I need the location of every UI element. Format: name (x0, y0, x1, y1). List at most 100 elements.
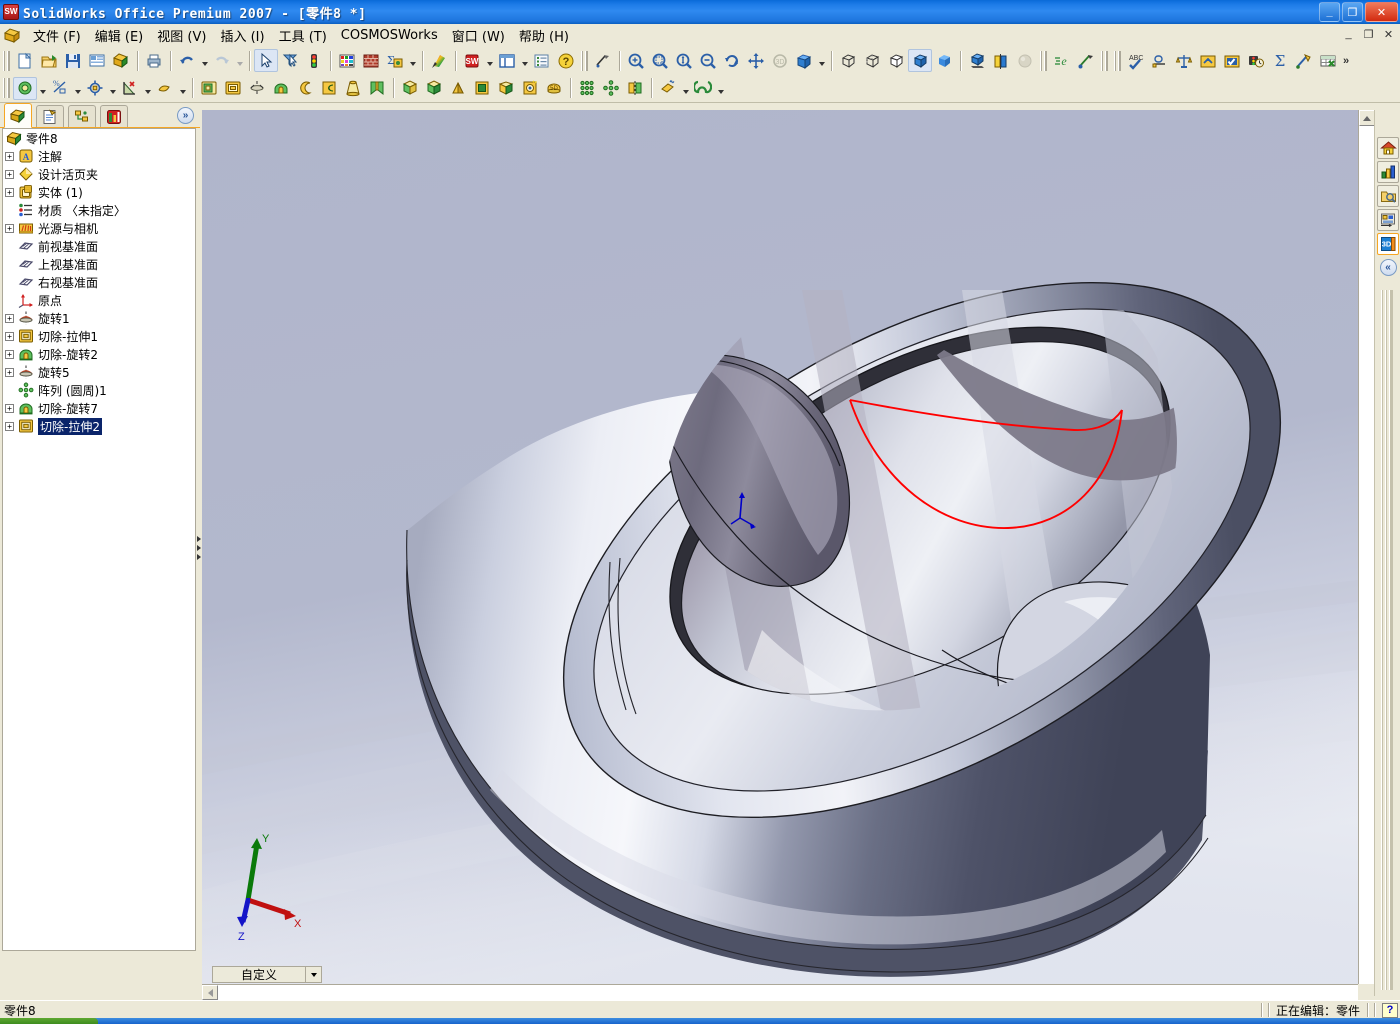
tree-item-15[interactable]: + 切除-拉伸2 (3, 417, 195, 435)
menu-tools[interactable]: 工具 (T) (272, 24, 334, 47)
wireframe-icon[interactable] (836, 49, 860, 72)
task-pane-design-library-icon[interactable] (1377, 161, 1399, 183)
toolbar-grip[interactable] (3, 78, 10, 98)
solidworks-dropdown-arrow[interactable] (484, 49, 495, 72)
tab-cosmosworks-manager[interactable] (100, 105, 128, 127)
maximize-button[interactable]: ❐ (1342, 2, 1363, 22)
mass-properties-icon[interactable] (1172, 49, 1196, 72)
tree-item-14[interactable]: + 切除-旋转7 (3, 399, 195, 417)
smart-dimension-icon[interactable]: % (48, 77, 72, 100)
sketch-dropdown-arrow[interactable] (37, 77, 48, 100)
menu-cosmosworks[interactable]: COSMOSWorks (334, 26, 445, 45)
tab-feature-manager[interactable] (4, 103, 32, 128)
toolbar-overflow-button[interactable]: » (1343, 55, 1349, 67)
viewport-vertical-scrollbar[interactable] (1358, 110, 1375, 984)
3d-drawing-view-icon[interactable]: 3D (768, 49, 792, 72)
toolbar-grip[interactable] (1101, 50, 1108, 71)
menu-window[interactable]: 窗口 (W) (445, 24, 512, 47)
task-pane-resources-icon[interactable] (1377, 137, 1399, 159)
print-preview-icon[interactable] (85, 49, 109, 72)
tree-item-4[interactable]: + 光源与相机 (3, 219, 195, 237)
tree-expand-toggle[interactable]: + (5, 223, 14, 233)
design-table-icon[interactable] (1316, 49, 1340, 72)
graphics-viewport[interactable]: Y X Z (202, 110, 1358, 984)
task-pane-file-explorer-icon[interactable] (1377, 185, 1399, 207)
undo-dropdown-arrow[interactable] (199, 49, 210, 72)
tree-item-9[interactable]: + 旋转1 (3, 309, 195, 327)
rotate-view-icon[interactable] (720, 49, 744, 72)
revolved-cut-icon[interactable] (269, 77, 293, 100)
photoworks-icon[interactable] (427, 49, 451, 72)
revolved-boss-icon[interactable] (245, 77, 269, 100)
window-layout-icon[interactable] (495, 49, 519, 72)
fillet-sketch-dropdown-arrow[interactable] (177, 77, 188, 100)
statistics-icon[interactable] (1244, 49, 1268, 72)
curves-icon[interactable] (691, 77, 715, 100)
edrawings-icon[interactable]: e (1050, 49, 1074, 72)
shaded-with-edges-icon[interactable] (908, 49, 932, 72)
section-cut-icon[interactable] (989, 49, 1013, 72)
doc-minimize-button[interactable]: _ (1340, 26, 1357, 42)
toolbar-grip[interactable] (1114, 50, 1121, 71)
tree-expand-toggle[interactable]: + (5, 421, 14, 431)
fillet-icon[interactable] (398, 77, 422, 100)
redo-icon[interactable] (210, 49, 234, 72)
shadows-icon[interactable] (965, 49, 989, 72)
sum-icon[interactable]: Σ (1268, 49, 1292, 72)
menu-edit[interactable]: 编辑 (E) (88, 24, 151, 47)
options-icon[interactable] (530, 49, 554, 72)
scroll-left-button[interactable] (202, 985, 218, 1000)
tree-item-5[interactable]: 前视基准面 (3, 237, 195, 255)
sketch-relations-icon[interactable] (83, 77, 107, 100)
circular-pattern-icon[interactable] (599, 77, 623, 100)
status-help-icon[interactable]: ? (1382, 1002, 1398, 1018)
scene-dropdown-arrow[interactable] (407, 49, 418, 72)
rib-icon[interactable] (494, 77, 518, 100)
filter-icon[interactable] (278, 49, 302, 72)
dome-icon[interactable]: 5D (542, 77, 566, 100)
start-button[interactable] (0, 1018, 98, 1024)
tree-item-12[interactable]: + 旋转5 (3, 363, 195, 381)
configuration-dropdown-arrow[interactable] (305, 967, 321, 982)
scene-icon[interactable]: Σ (383, 49, 407, 72)
menu-insert[interactable]: 插入 (I) (213, 24, 271, 47)
scroll-up-button[interactable] (1359, 110, 1375, 126)
configuration-selector[interactable]: 自定义 (212, 966, 322, 983)
draft-icon[interactable] (446, 77, 470, 100)
measure-tool-icon[interactable] (1074, 49, 1098, 72)
tab-configuration-manager[interactable] (68, 105, 96, 127)
doc-restore-button[interactable]: ❐ (1360, 26, 1377, 42)
linear-pattern-icon[interactable] (575, 77, 599, 100)
minimize-button[interactable]: _ (1319, 2, 1340, 22)
tree-expand-toggle[interactable]: + (5, 187, 14, 197)
close-button[interactable]: ✕ (1365, 2, 1398, 22)
tree-item-7[interactable]: 右视基准面 (3, 273, 195, 291)
zoom-in-out-icon[interactable] (672, 49, 696, 72)
section-properties-icon[interactable] (1196, 49, 1220, 72)
standard-views-dropdown-arrow[interactable] (816, 49, 827, 72)
menu-file[interactable]: 文件 (F) (26, 24, 88, 47)
toolbar-grip[interactable] (1040, 50, 1047, 71)
swept-cut-icon[interactable] (317, 77, 341, 100)
extruded-cut-icon[interactable] (221, 77, 245, 100)
shaded-icon[interactable] (932, 49, 956, 72)
sensor-icon[interactable] (1292, 49, 1316, 72)
doc-close-button[interactable]: ✕ (1380, 26, 1397, 42)
lofted-cut-icon[interactable] (365, 77, 389, 100)
print-icon[interactable] (142, 49, 166, 72)
curves-dropdown-arrow[interactable] (715, 77, 726, 100)
task-pane-grip[interactable] (1381, 290, 1393, 990)
tree-item-2[interactable]: + 实体 (1) (3, 183, 195, 201)
standard-views-icon[interactable] (792, 49, 816, 72)
tree-item-8[interactable]: 原点 (3, 291, 195, 309)
edit-appearance-icon[interactable] (335, 49, 359, 72)
chamfer-icon[interactable] (422, 77, 446, 100)
toolbar-grip[interactable] (3, 50, 10, 71)
section-view-icon[interactable] (591, 49, 615, 72)
tree-item-6[interactable]: 上视基准面 (3, 255, 195, 273)
task-pane-palette-icon[interactable] (1377, 209, 1399, 231)
window-layout-dropdown-arrow[interactable] (519, 49, 530, 72)
panel-expand-button[interactable]: » (177, 107, 194, 124)
tree-expand-toggle[interactable]: + (5, 403, 14, 413)
tree-item-13[interactable]: 阵列 (圆周)1 (3, 381, 195, 399)
